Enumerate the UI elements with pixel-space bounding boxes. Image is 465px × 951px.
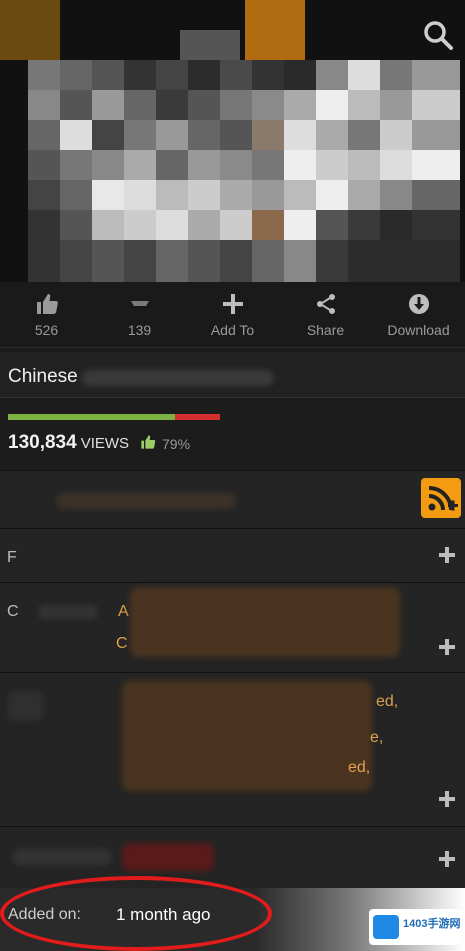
download-icon (408, 294, 429, 314)
video-title-row: Chinese (0, 352, 465, 398)
plus-icon (222, 294, 243, 314)
dislike-count: 139 (127, 322, 152, 338)
row-tags-icon-blur (8, 691, 44, 721)
rating-thumb-icon (141, 435, 156, 449)
dislike-button[interactable]: 139 (93, 282, 186, 347)
like-count: 526 (34, 322, 59, 338)
subscribe-button[interactable] (421, 478, 461, 518)
share-label: Share (306, 322, 345, 338)
watermark-logo-icon (373, 915, 399, 939)
info-row-f[interactable]: F (0, 528, 465, 582)
stats-section: 130,834 VIEWS 79% (0, 400, 465, 470)
row-c-blur (130, 587, 400, 657)
annotation-ellipse (0, 876, 272, 951)
watermark: 1403手游网 (369, 909, 461, 945)
thumbs-up-icon (36, 294, 58, 314)
views-label: VIEWS (80, 435, 130, 452)
row-tags-frag1: ed, (376, 693, 399, 710)
action-bar: 526 139 Add To Share Download (0, 282, 465, 348)
expand-plus-icon[interactable] (439, 851, 455, 867)
channel-row[interactable] (0, 470, 465, 528)
video-thumbnail (0, 0, 465, 282)
row-c-label: C (7, 603, 19, 620)
view-count-value: 130,834 (8, 432, 77, 453)
download-label: Download (387, 322, 450, 338)
row-tags-frag2: e, (370, 729, 384, 746)
row-f-label: F (7, 549, 17, 566)
row-tags-frag3: ed, (348, 759, 371, 776)
download-button[interactable]: Download (372, 282, 465, 347)
rss-add-icon (428, 486, 458, 511)
add-to-button[interactable]: Add To (186, 282, 279, 347)
share-button[interactable]: Share (279, 282, 372, 347)
info-row-c[interactable]: C A C (0, 582, 465, 672)
watermark-text: 1403手游网 (403, 918, 461, 930)
video-player[interactable] (0, 0, 465, 282)
view-count: 130,834 VIEWS (8, 432, 129, 454)
expand-plus-icon[interactable] (439, 791, 455, 807)
row-c-blur-left (38, 605, 98, 619)
rating-percent: 79% (162, 436, 191, 452)
search-icon (424, 21, 453, 50)
title-blur (82, 370, 274, 386)
search-button[interactable] (421, 18, 455, 52)
expand-plus-icon[interactable] (439, 547, 455, 563)
row-tags-blur (122, 681, 372, 791)
rating-bar (8, 414, 220, 420)
info-row-extra[interactable] (0, 826, 465, 888)
info-row-tags[interactable]: ed, e, ed, (0, 672, 465, 826)
channel-name-blur (56, 493, 236, 509)
video-title: Chinese (8, 366, 78, 387)
row-extra-blur-red (122, 843, 214, 871)
thumbs-down-icon (130, 301, 149, 306)
expand-plus-icon[interactable] (439, 639, 455, 655)
share-icon (316, 294, 335, 314)
like-button[interactable]: 526 (0, 282, 93, 347)
row-c-line2: C (116, 635, 128, 652)
add-to-label: Add To (210, 322, 255, 338)
row-extra-blur-left (12, 849, 112, 865)
row-c-line1: A (118, 603, 129, 620)
rating-bar-negative (175, 414, 220, 420)
rating-bar-positive (8, 414, 176, 420)
